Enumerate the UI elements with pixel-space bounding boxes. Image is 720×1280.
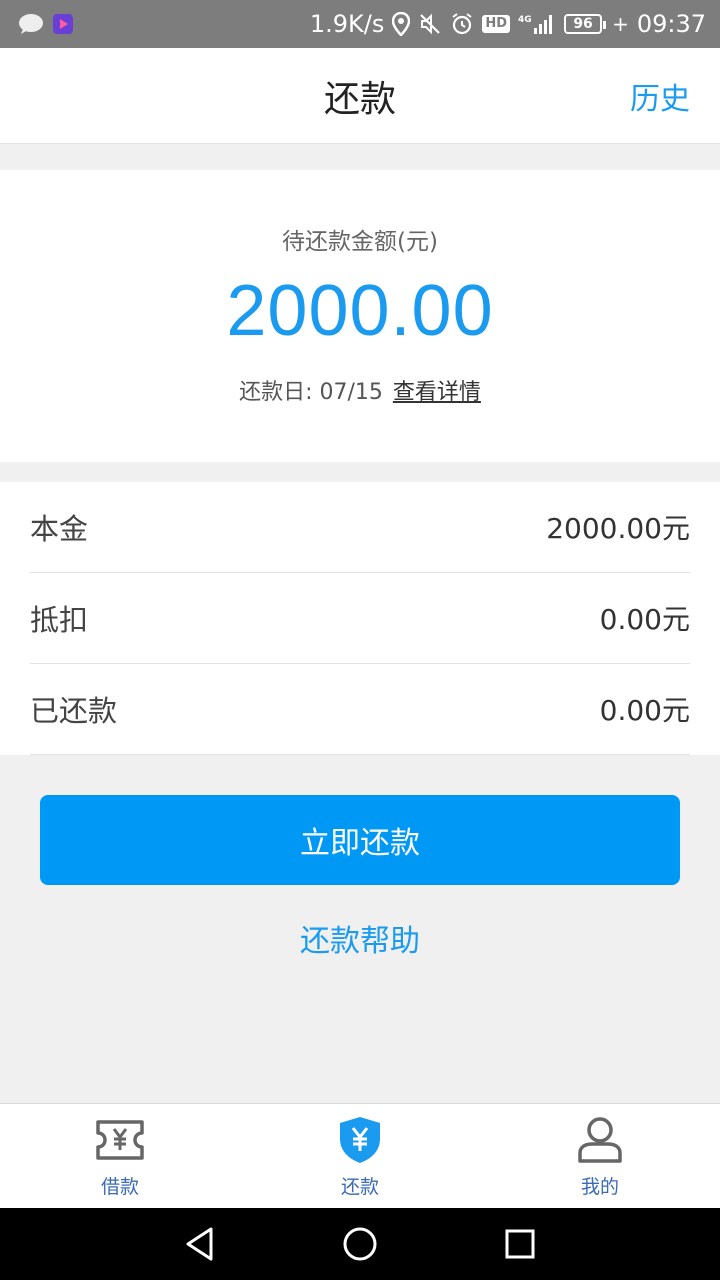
detail-row-repaid: 已还款 0.00元 [30, 664, 690, 755]
detail-label: 本金 [30, 512, 89, 546]
location-icon [392, 12, 411, 36]
repay-now-button[interactable]: 立即还款 [40, 795, 680, 885]
tab-repay[interactable]: 还款 [240, 1104, 480, 1208]
tab-borrow[interactable]: 借款 [0, 1104, 240, 1208]
ticket-yen-icon [92, 1114, 148, 1166]
due-date-text: 还款日: 07/15 [239, 380, 383, 405]
charging-plus: + [612, 12, 629, 36]
chat-bubble-icon [18, 13, 44, 35]
detail-row-principal: 本金 2000.00元 [30, 482, 690, 573]
history-link[interactable]: 历史 [630, 48, 690, 144]
bottom-tab-bar: 借款 还款 我的 [0, 1103, 720, 1208]
tab-label: 我的 [580, 1176, 619, 1198]
status-time: 09:37 [636, 10, 706, 38]
tab-label: 还款 [340, 1176, 379, 1198]
detail-row-deduction: 抵扣 0.00元 [30, 573, 690, 664]
status-bar-left [18, 13, 74, 35]
detail-label: 抵扣 [30, 603, 89, 637]
battery-icon: 96 [564, 14, 607, 34]
svg-text:4G: 4G [518, 15, 532, 25]
mute-icon [418, 12, 442, 36]
repayment-details-list: 本金 2000.00元 抵扣 0.00元 已还款 0.00元 [0, 482, 720, 755]
person-icon [572, 1114, 628, 1166]
amount-due-label: 待还款金额(元) [282, 229, 438, 255]
detail-label: 已还款 [30, 694, 118, 728]
due-date-row: 还款日: 07/15 查看详情 [239, 374, 481, 406]
app-header: 还款 历史 [0, 48, 720, 144]
status-bar-right: 1.9K/s HD 4G 96 + 09:37 [310, 10, 706, 38]
status-bar: 1.9K/s HD 4G 96 + 09:37 [0, 0, 720, 48]
amount-due-value: 2000.00 [226, 271, 494, 351]
alarm-icon [450, 12, 474, 36]
home-icon[interactable] [324, 1208, 396, 1280]
signal-icon: 4G [518, 12, 556, 36]
video-app-icon [52, 13, 74, 35]
recents-icon[interactable] [484, 1208, 556, 1280]
tab-mine[interactable]: 我的 [480, 1104, 720, 1208]
detail-value: 0.00元 [599, 603, 690, 636]
page-title: 还款 [323, 78, 396, 120]
shield-yen-icon [332, 1114, 388, 1166]
view-details-link[interactable]: 查看详情 [393, 374, 481, 406]
detail-value: 0.00元 [599, 694, 690, 727]
network-speed: 1.9K/s [309, 10, 385, 38]
android-nav-bar [0, 1208, 720, 1280]
back-icon[interactable] [164, 1208, 236, 1280]
repay-help-link[interactable]: 还款帮助 [0, 910, 720, 966]
hd-badge: HD [482, 15, 511, 33]
tab-label: 借款 [100, 1176, 139, 1198]
amount-summary-card: 待还款金额(元) 2000.00 还款日: 07/15 查看详情 [0, 170, 720, 462]
detail-value: 2000.00元 [546, 512, 690, 545]
